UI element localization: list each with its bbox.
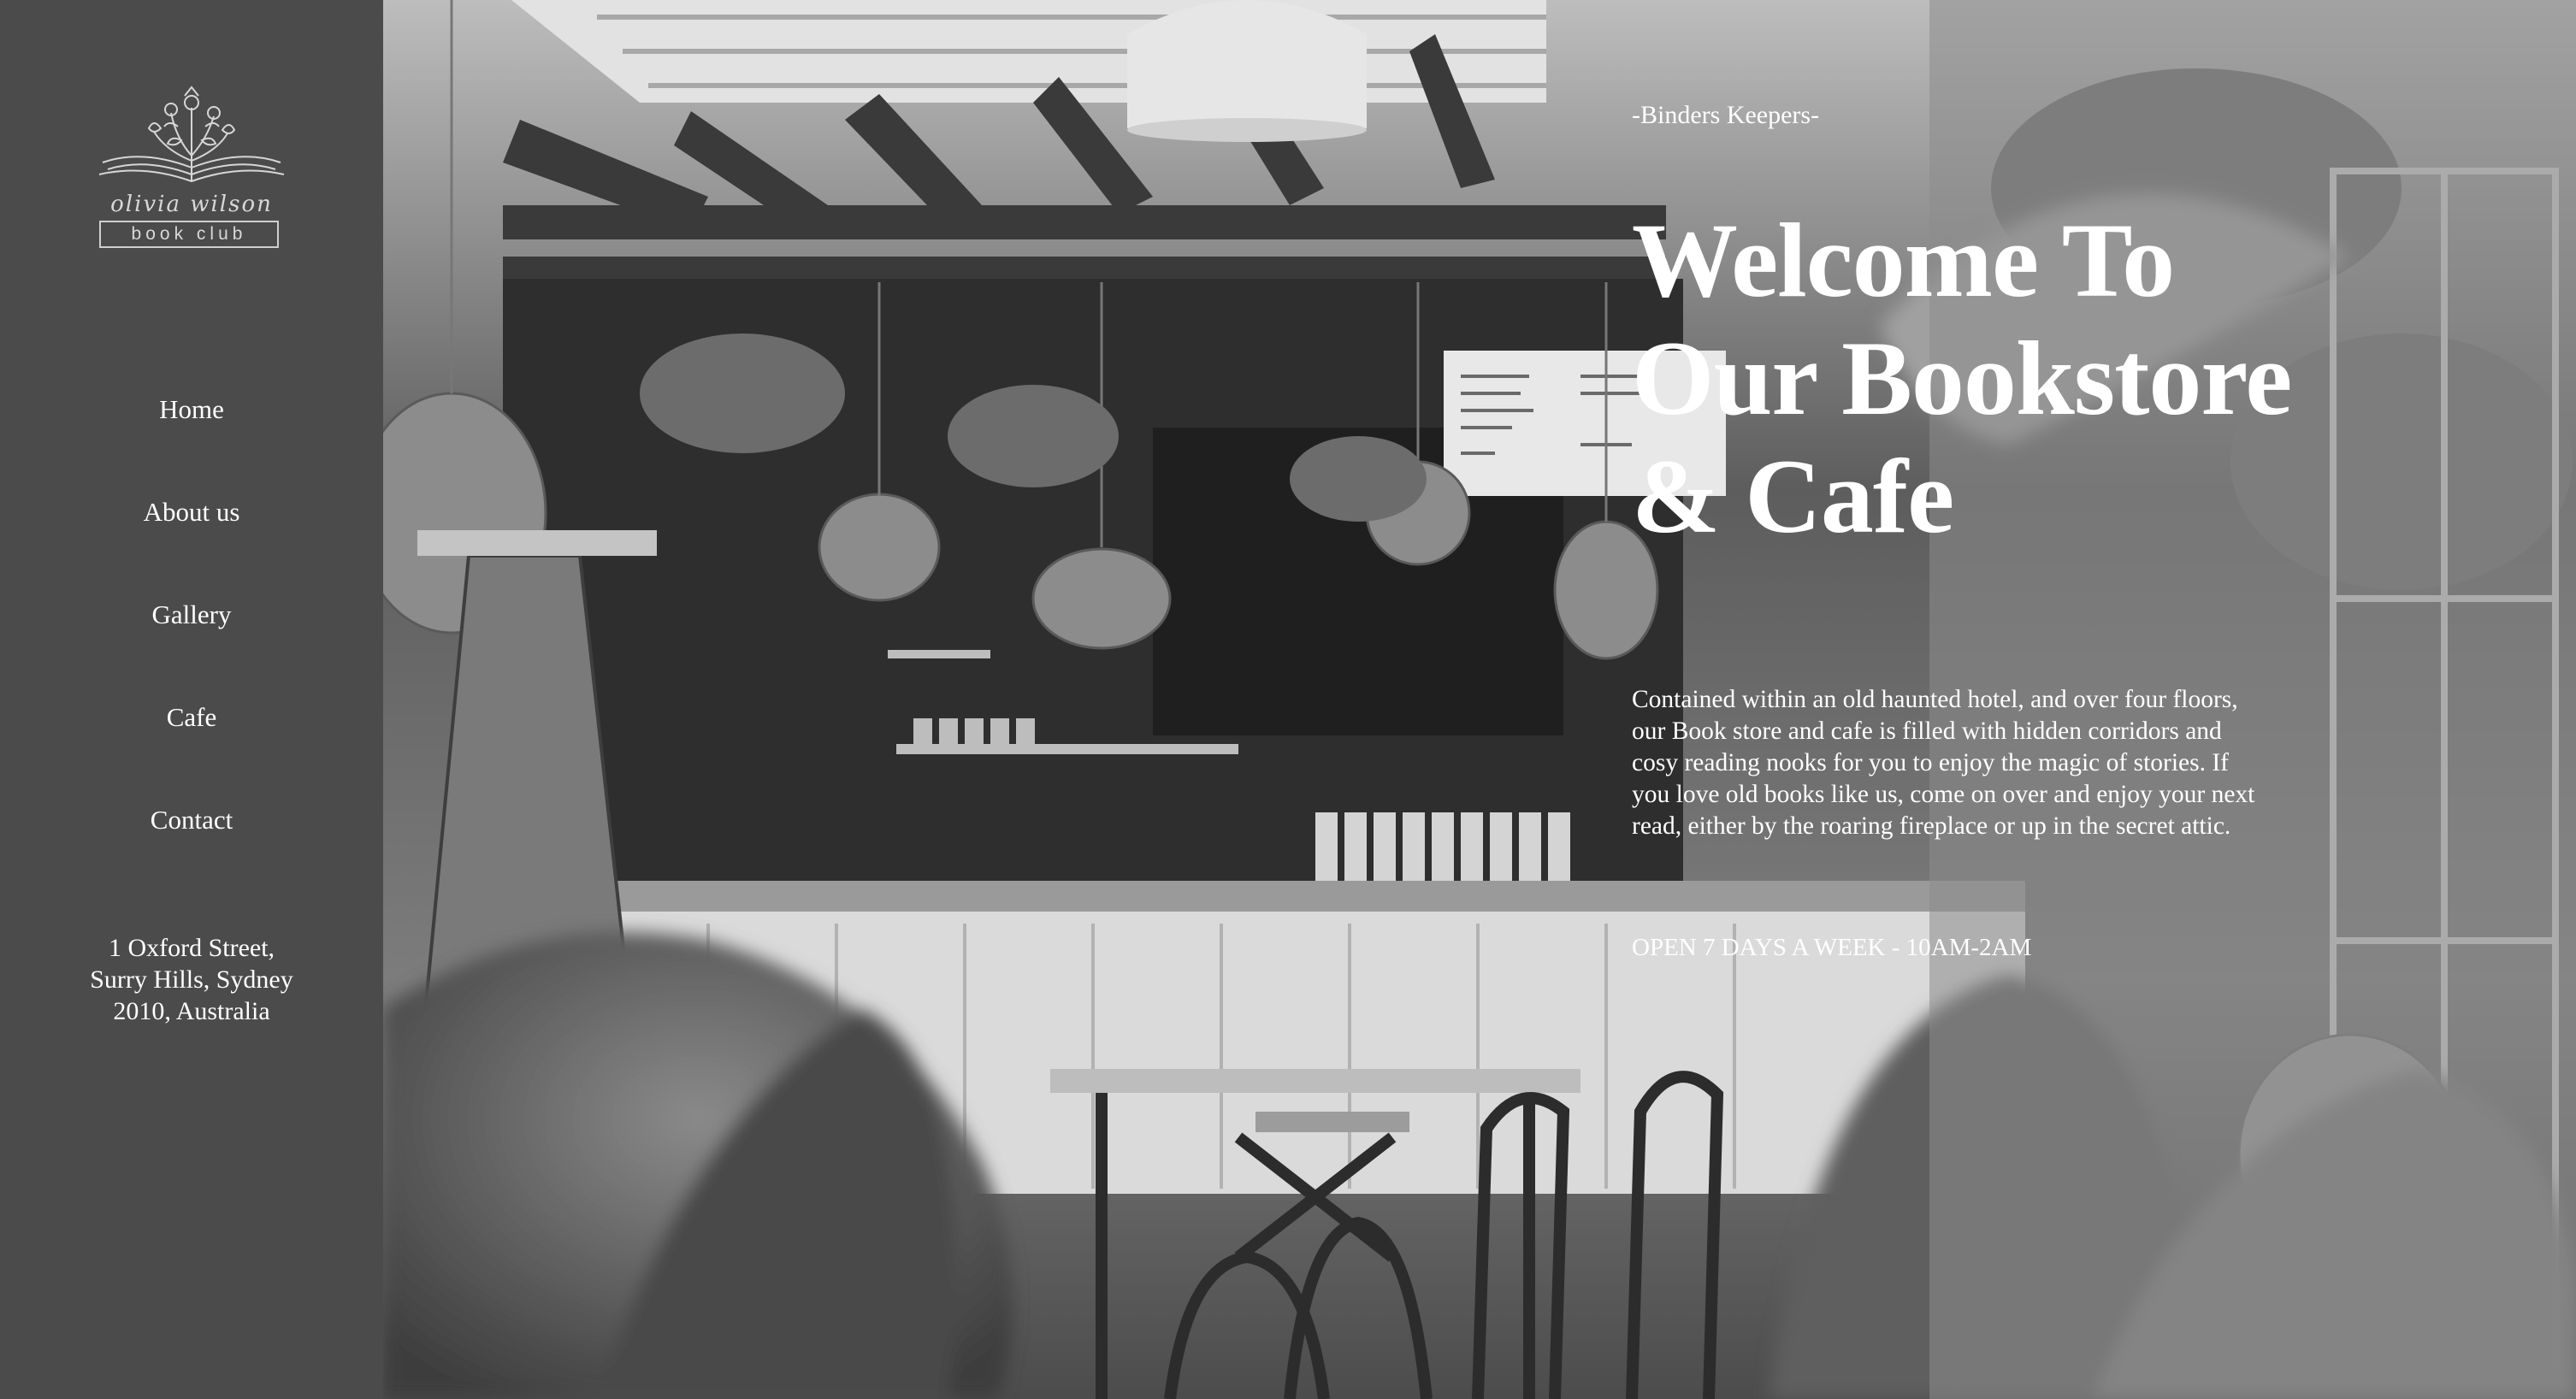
- sidebar: olivia wilson book club Home About us Ga…: [0, 0, 383, 1399]
- hero-headline: Welcome To Our Bookstore & Cafe: [1632, 202, 2402, 556]
- headline-line-1: Welcome To: [1632, 202, 2175, 319]
- headline-line-3: & Cafe: [1632, 438, 1954, 555]
- address-line-1: 1 Oxford Street,: [108, 934, 275, 962]
- hero-description: Contained within an old haunted hotel, a…: [1632, 685, 2255, 840]
- nav-item-contact[interactable]: Contact: [0, 795, 383, 898]
- main-nav: Home About us Gallery Cafe Contact: [0, 385, 383, 898]
- brand-logo[interactable]: olivia wilson book club: [82, 79, 301, 258]
- nav-item-cafe[interactable]: Cafe: [0, 693, 383, 795]
- brand-subtitle: book club: [99, 221, 279, 248]
- open-book-with-flowers-icon: [98, 86, 285, 183]
- opening-hours: OPEN 7 DAYS A WEEK - 10AM-2AM: [1632, 934, 2032, 961]
- hero-tagline: -Binders Keepers-: [1632, 101, 1820, 129]
- headline-line-2: Our Bookstore: [1632, 320, 2292, 437]
- address-line-2: Surry Hills, Sydney: [90, 965, 293, 994]
- address: 1 Oxford Street, Surry Hills, Sydney 201…: [0, 932, 383, 1027]
- nav-item-gallery[interactable]: Gallery: [0, 590, 383, 693]
- address-line-3: 2010, Australia: [113, 997, 270, 1025]
- nav-item-about-us[interactable]: About us: [0, 487, 383, 590]
- nav-item-home[interactable]: Home: [0, 385, 383, 487]
- brand-name: olivia wilson: [110, 192, 273, 217]
- page: olivia wilson book club Home About us Ga…: [0, 0, 2576, 1399]
